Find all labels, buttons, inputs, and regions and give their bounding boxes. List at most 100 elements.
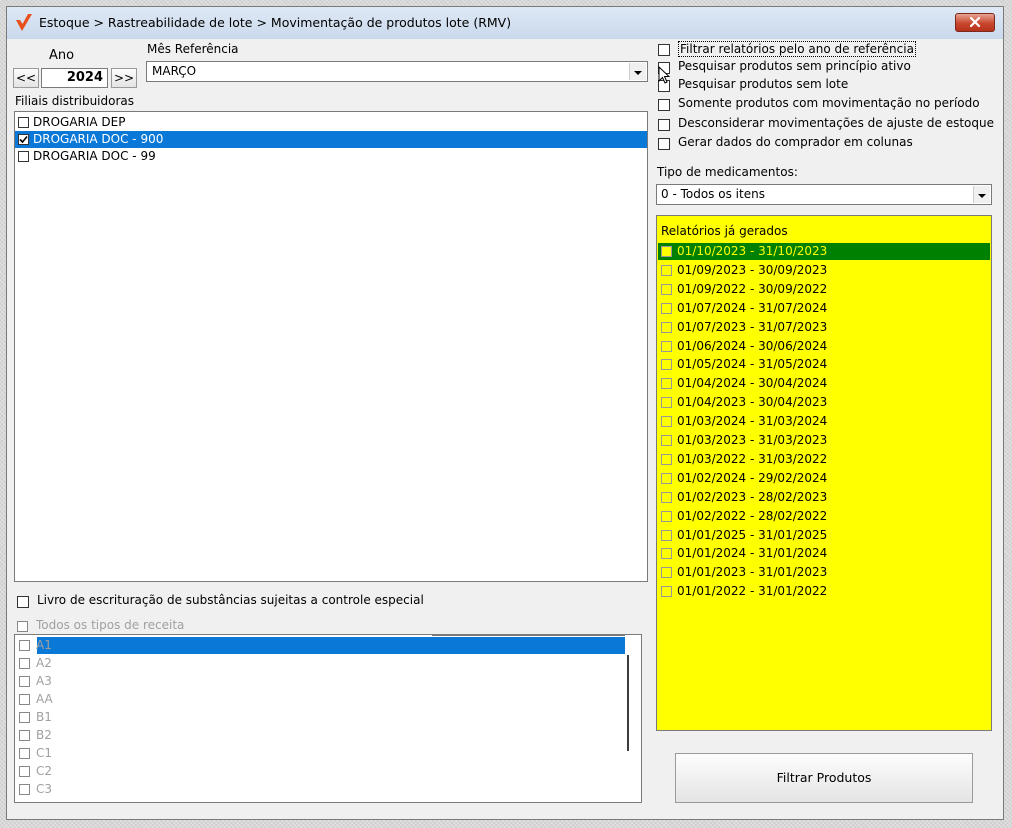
report-checkbox[interactable] <box>661 246 672 257</box>
report-item[interactable]: 01/01/2024 - 31/01/2024 <box>658 545 838 562</box>
receita-label: B1 <box>36 710 52 724</box>
report-label: 01/01/2025 - 31/01/2025 <box>677 527 828 542</box>
receita-checkbox[interactable] <box>19 748 30 759</box>
report-item[interactable]: 01/03/2023 - 31/03/2023 <box>658 432 838 449</box>
report-label: 01/03/2022 - 31/03/2022 <box>677 451 828 466</box>
branch-item[interactable]: DROGARIA DOC - 99 <box>15 148 647 165</box>
reports-label: Relatórios já gerados <box>661 224 788 238</box>
receita-checkbox[interactable] <box>19 694 30 705</box>
report-item[interactable]: 01/02/2024 - 29/02/2024 <box>658 470 838 487</box>
report-item[interactable]: 01/04/2023 - 30/04/2023 <box>658 394 838 411</box>
report-checkbox[interactable] <box>661 453 672 465</box>
month-select[interactable]: MARÇO <box>146 61 648 82</box>
checkmark-icon <box>19 135 28 144</box>
report-label: 01/03/2024 - 31/03/2024 <box>677 414 828 429</box>
report-checkbox[interactable] <box>661 264 672 276</box>
receita-label: A1 <box>36 638 52 652</box>
receita-item[interactable]: B2 <box>15 727 615 744</box>
receita-checkbox[interactable] <box>19 658 30 669</box>
report-checkbox[interactable] <box>661 491 672 503</box>
report-item[interactable]: 01/02/2022 - 28/02/2022 <box>658 508 838 525</box>
option-checkbox[interactable] <box>658 44 670 56</box>
receitas-scrollbar[interactable] <box>627 655 629 751</box>
report-checkbox[interactable] <box>661 283 672 295</box>
report-checkbox[interactable] <box>661 586 672 598</box>
report-checkbox[interactable] <box>661 472 672 484</box>
report-checkbox[interactable] <box>661 548 672 560</box>
receita-checkbox[interactable] <box>19 676 30 687</box>
rmv-window: Estoque > Rastreabilidade de lote > Movi… <box>6 6 1004 820</box>
report-item[interactable]: 01/01/2022 - 31/01/2022 <box>658 583 838 600</box>
report-checkbox[interactable] <box>661 378 672 390</box>
month-dropdown-button[interactable] <box>629 63 646 80</box>
receita-checkbox[interactable] <box>19 730 30 741</box>
receitas-list[interactable]: A1 A2 A3 AA B1 B2 C1 C2 C3 <box>14 634 642 803</box>
next-year-button[interactable]: >> <box>111 68 137 88</box>
report-item[interactable]: 01/09/2023 - 30/09/2023 <box>658 262 838 279</box>
filter-products-button[interactable]: Filtrar Produtos <box>675 753 973 803</box>
report-label: 01/01/2024 - 31/01/2024 <box>677 546 828 561</box>
report-item[interactable]: 01/06/2024 - 30/06/2024 <box>658 338 838 355</box>
report-item[interactable]: 01/03/2022 - 31/03/2022 <box>658 451 838 468</box>
report-checkbox[interactable] <box>661 435 672 446</box>
report-checkbox[interactable] <box>661 397 672 409</box>
report-item[interactable]: 01/05/2024 - 31/05/2024 <box>658 356 838 373</box>
previous-year-button[interactable]: << <box>13 68 39 88</box>
report-item[interactable]: 01/03/2024 - 31/03/2024 <box>658 413 838 430</box>
receita-item[interactable]: C3 <box>15 781 615 798</box>
receita-label: A3 <box>36 674 52 688</box>
report-checkbox[interactable] <box>661 510 672 522</box>
branch-item[interactable]: DROGARIA DOC - 900 <box>15 131 647 148</box>
receita-item[interactable]: A1 <box>15 637 615 654</box>
option-label: Desconsiderar movimentações de ajuste de… <box>678 116 994 130</box>
report-item[interactable]: 01/10/2023 - 31/10/2023 <box>658 243 990 260</box>
livro-label: Livro de escrituração de substâncias suj… <box>37 593 424 607</box>
option-checkbox[interactable] <box>658 119 670 131</box>
year-input[interactable]: 2024 <box>41 68 108 88</box>
report-checkbox[interactable] <box>661 321 672 333</box>
receita-checkbox[interactable] <box>19 640 30 651</box>
report-checkbox[interactable] <box>661 302 672 314</box>
receita-item[interactable]: C2 <box>15 763 615 780</box>
receita-checkbox[interactable] <box>19 784 30 795</box>
receita-checkbox[interactable] <box>19 766 30 777</box>
report-checkbox[interactable] <box>661 567 672 579</box>
all-receitas-checkbox[interactable] <box>17 621 28 632</box>
medicamentos-dropdown-button[interactable] <box>973 186 990 203</box>
report-item[interactable]: 01/01/2023 - 31/01/2023 <box>658 564 838 581</box>
receita-item[interactable]: AA <box>15 691 615 708</box>
receita-checkbox[interactable] <box>19 712 30 723</box>
report-item[interactable]: 01/07/2023 - 31/07/2023 <box>658 319 838 336</box>
close-button[interactable] <box>955 13 995 32</box>
receita-item[interactable]: B1 <box>15 709 615 726</box>
report-label: 01/02/2022 - 28/02/2022 <box>677 508 828 523</box>
receita-item[interactable]: C1 <box>15 745 615 762</box>
report-item[interactable]: 01/01/2025 - 31/01/2025 <box>658 527 838 544</box>
medicamentos-select[interactable]: 0 - Todos os itens <box>656 184 992 205</box>
branch-item[interactable]: DROGARIA DEP <box>15 114 647 131</box>
livro-checkbox[interactable] <box>17 596 29 608</box>
branch-label: DROGARIA DEP <box>33 115 126 129</box>
receita-item[interactable]: A3 <box>15 673 615 690</box>
report-checkbox[interactable] <box>661 416 672 428</box>
branch-checkbox[interactable] <box>18 134 29 145</box>
receita-label: C2 <box>36 764 53 778</box>
report-item[interactable]: 01/04/2024 - 30/04/2024 <box>658 375 838 392</box>
branch-checkbox[interactable] <box>18 151 29 162</box>
report-checkbox[interactable] <box>661 359 672 371</box>
receita-label: A2 <box>36 656 52 670</box>
report-checkbox[interactable] <box>661 529 672 541</box>
report-item[interactable]: 01/07/2024 - 31/07/2024 <box>658 300 838 317</box>
window-title: Estoque > Rastreabilidade de lote > Movi… <box>39 15 512 30</box>
branches-list[interactable]: DROGARIA DEP DROGARIA DOC - 900 DROGARIA… <box>14 111 648 582</box>
receita-label: C1 <box>36 746 53 760</box>
report-item[interactable]: 01/09/2022 - 30/09/2022 <box>658 281 838 298</box>
option-checkbox[interactable] <box>658 138 670 150</box>
report-label: 01/09/2022 - 30/09/2022 <box>677 281 828 296</box>
report-item[interactable]: 01/02/2023 - 28/02/2023 <box>658 489 838 506</box>
option-checkbox[interactable] <box>658 99 670 111</box>
report-checkbox[interactable] <box>661 340 672 352</box>
branch-checkbox[interactable] <box>18 117 29 128</box>
report-label: 01/02/2024 - 29/02/2024 <box>677 470 828 485</box>
receita-item[interactable]: A2 <box>15 655 615 672</box>
